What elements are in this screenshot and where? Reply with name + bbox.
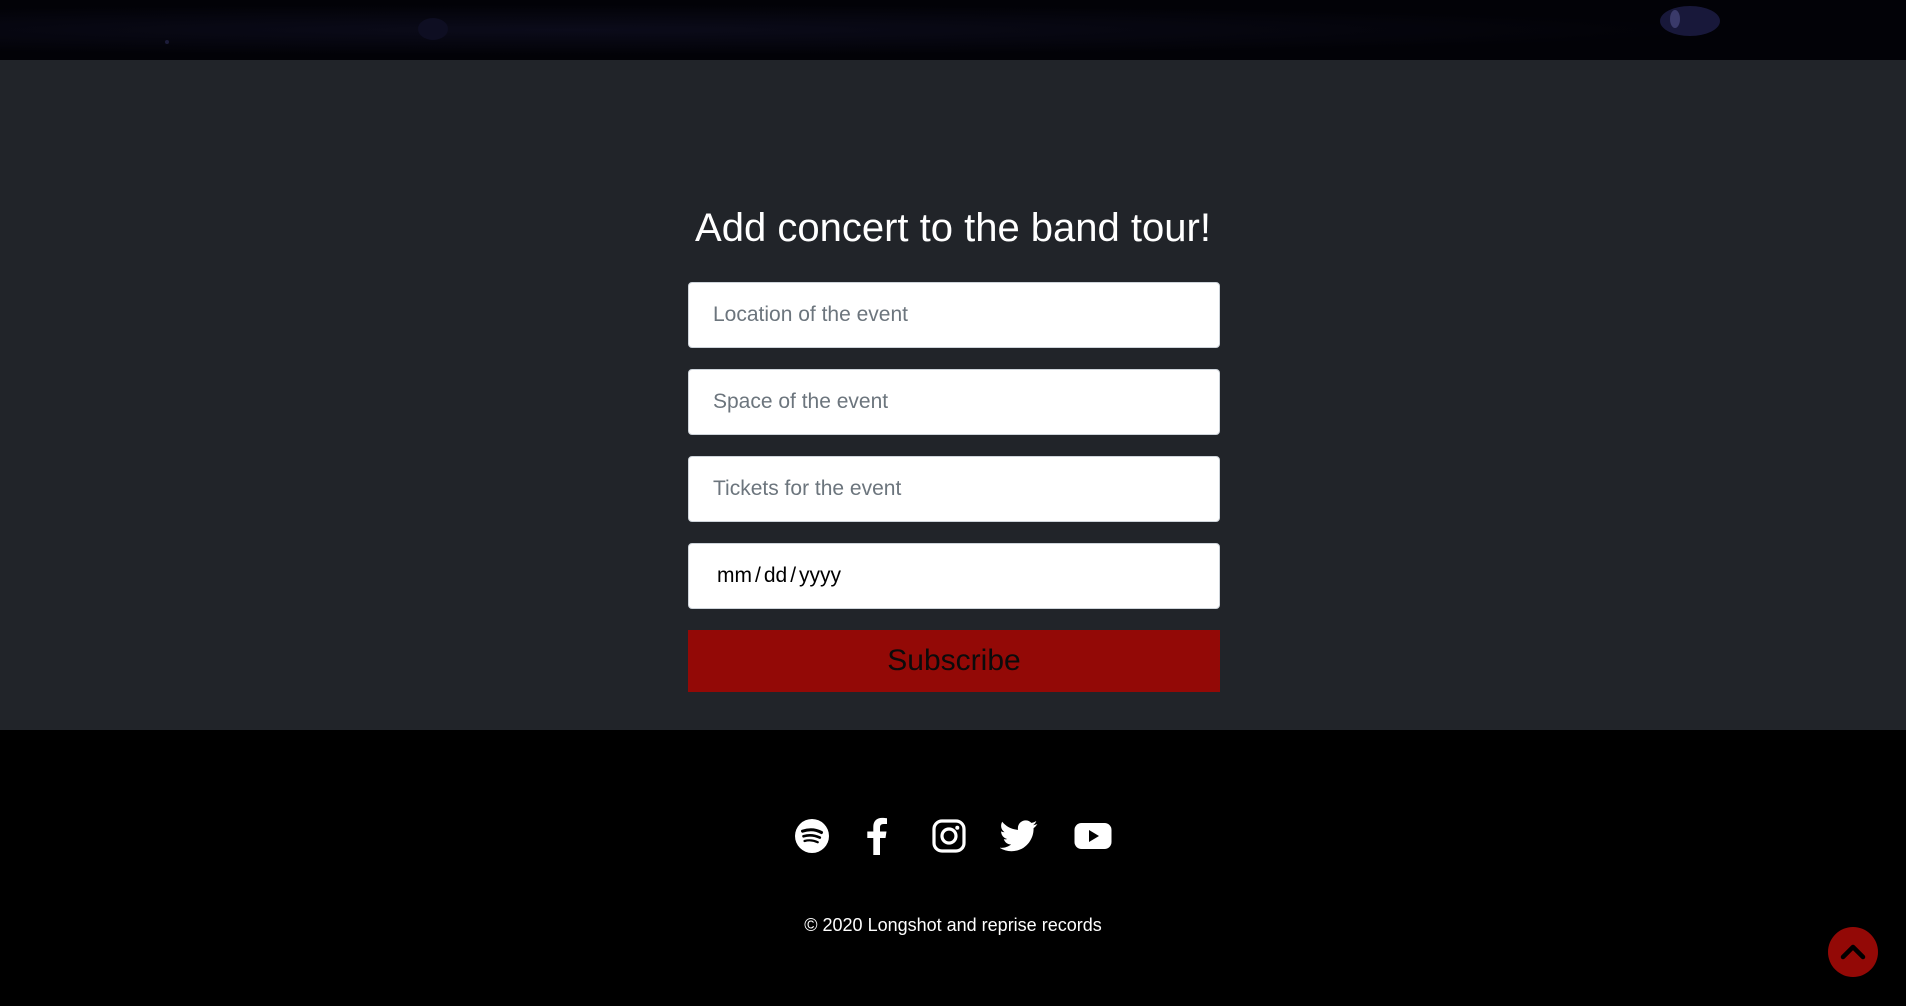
chevron-up-icon [1840, 944, 1866, 960]
twitter-link[interactable] [1000, 820, 1038, 852]
social-links [0, 817, 1906, 855]
tickets-input[interactable] [688, 456, 1220, 522]
spotify-link[interactable] [794, 818, 830, 854]
twitter-icon [1000, 820, 1038, 852]
scroll-to-top-button[interactable] [1828, 927, 1878, 977]
instagram-icon [932, 819, 966, 853]
date-month: mm [717, 564, 752, 587]
page-title: Add concert to the band tour! [695, 206, 1211, 250]
location-input[interactable] [688, 282, 1220, 348]
space-input[interactable] [688, 369, 1220, 435]
instagram-link[interactable] [932, 819, 966, 853]
facebook-icon [867, 817, 887, 855]
hero-image-strip [0, 0, 1906, 60]
youtube-icon [1074, 823, 1112, 849]
date-separator: / [755, 564, 761, 587]
footer [0, 730, 1906, 1006]
subscribe-button[interactable]: Subscribe [688, 630, 1220, 692]
date-day: dd [763, 564, 788, 587]
facebook-link[interactable] [866, 817, 888, 855]
date-separator: / [790, 564, 797, 587]
date-input[interactable]: mm / dd / yyyy [688, 543, 1220, 609]
copyright-text: © 2020 Longshot and reprise records [804, 915, 1102, 935]
date-year: yyyy [799, 564, 842, 587]
spotify-icon [795, 819, 829, 853]
youtube-link[interactable] [1074, 822, 1112, 850]
